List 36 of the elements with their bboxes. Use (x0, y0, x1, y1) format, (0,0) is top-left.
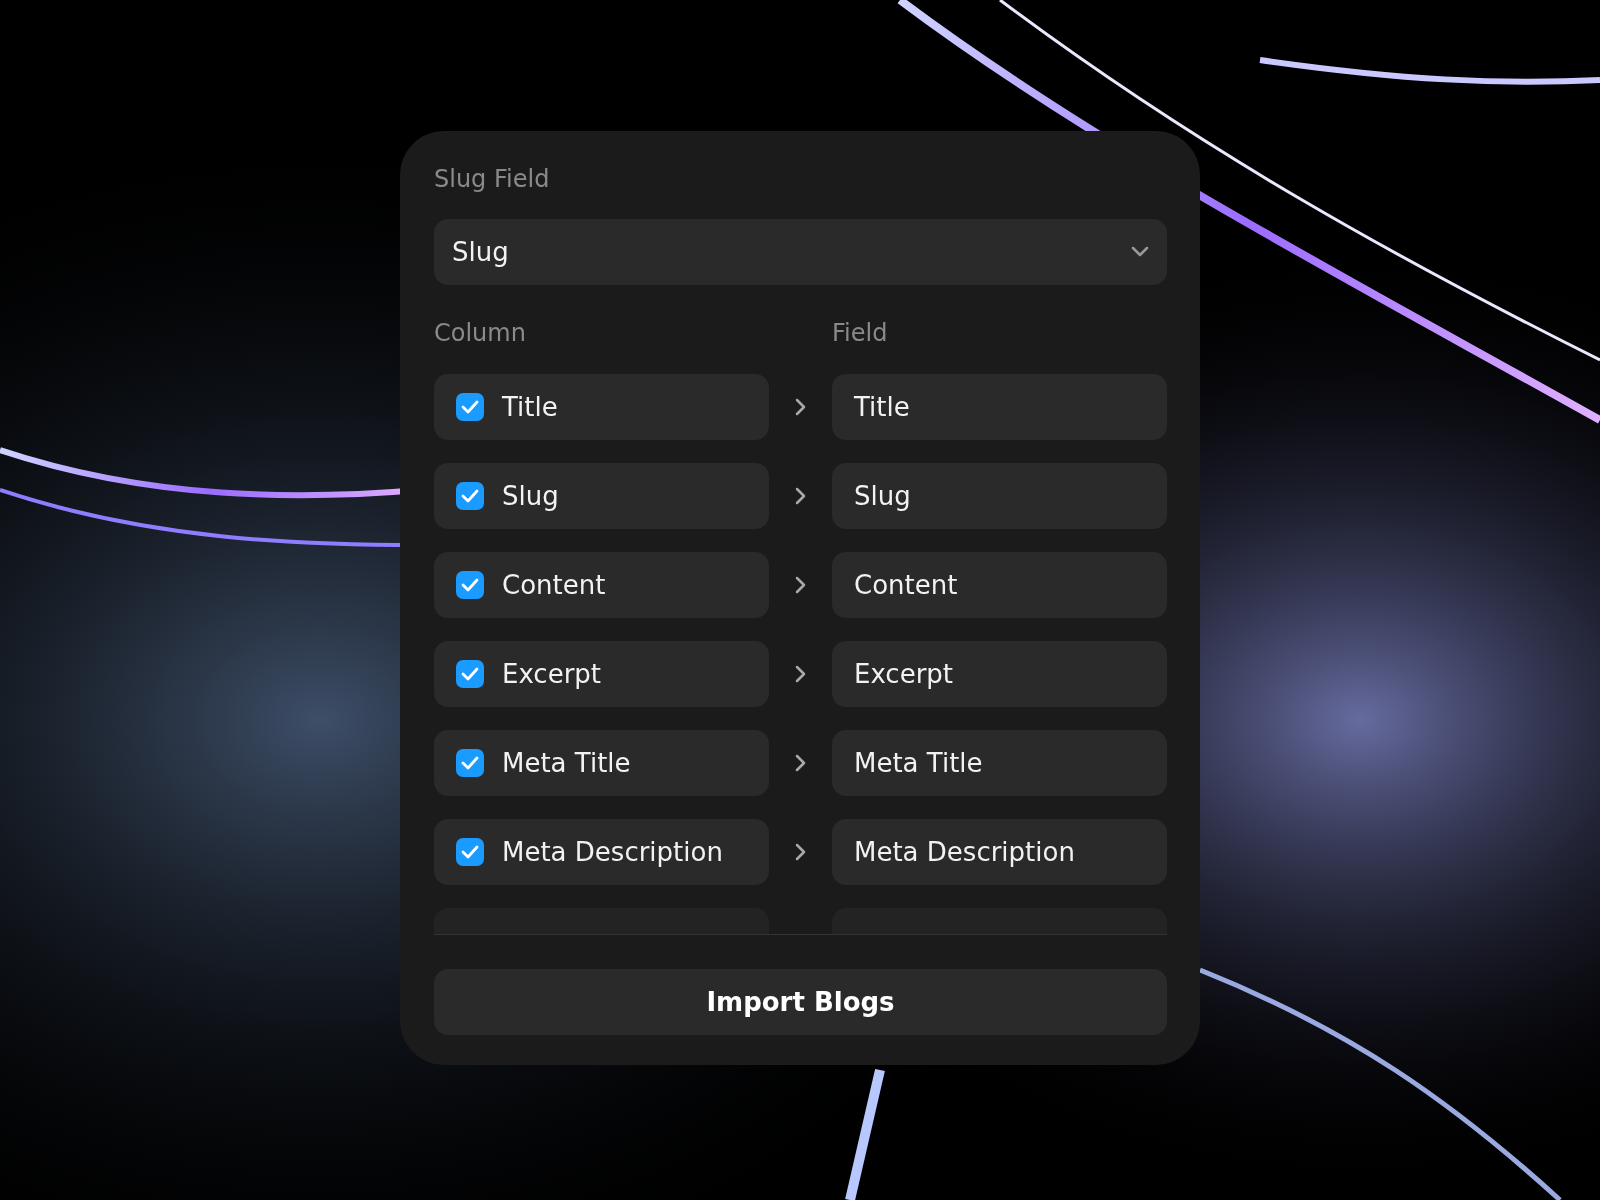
checkmark-icon (461, 667, 479, 681)
checkbox[interactable] (456, 749, 484, 777)
checkmark-icon (461, 578, 479, 592)
column-item[interactable]: Title (434, 374, 769, 440)
field-item[interactable]: Excerpt (832, 641, 1167, 707)
chevron-right-icon (794, 754, 807, 772)
checkbox[interactable] (456, 660, 484, 688)
column-item[interactable]: Meta Description (434, 819, 769, 885)
field-item[interactable]: Content (832, 552, 1167, 618)
chevron-right-icon (794, 398, 807, 416)
chevron-right-icon (794, 665, 807, 683)
checkmark-icon (461, 756, 479, 770)
checkmark-icon (461, 400, 479, 414)
slug-field-dropdown[interactable]: Slug (434, 219, 1167, 285)
chevron-right-icon (794, 843, 807, 861)
checkbox[interactable] (456, 838, 484, 866)
checkmark-icon (461, 845, 479, 859)
column-item[interactable]: Excerpt (434, 641, 769, 707)
field-item[interactable]: Meta Description (832, 819, 1167, 885)
chevron-right-icon (794, 576, 807, 594)
field-item[interactable]: Title (832, 374, 1167, 440)
column-header: Column (434, 319, 527, 347)
column-item[interactable]: Meta Title (434, 730, 769, 796)
checkbox[interactable] (456, 393, 484, 421)
column-item[interactable]: Slug (434, 463, 769, 529)
checkmark-icon (461, 489, 479, 503)
import-button[interactable]: Import Blogs (434, 969, 1167, 1035)
checkbox[interactable] (456, 571, 484, 599)
chevron-right-icon (794, 487, 807, 505)
checkbox[interactable] (456, 482, 484, 510)
slug-field-label: Slug Field (434, 165, 551, 193)
field-item[interactable]: Slug (832, 463, 1167, 529)
field-item[interactable]: Meta Title (832, 730, 1167, 796)
chevron-down-icon (1131, 246, 1149, 258)
column-item[interactable]: Content (434, 552, 769, 618)
field-header: Field (832, 319, 889, 347)
